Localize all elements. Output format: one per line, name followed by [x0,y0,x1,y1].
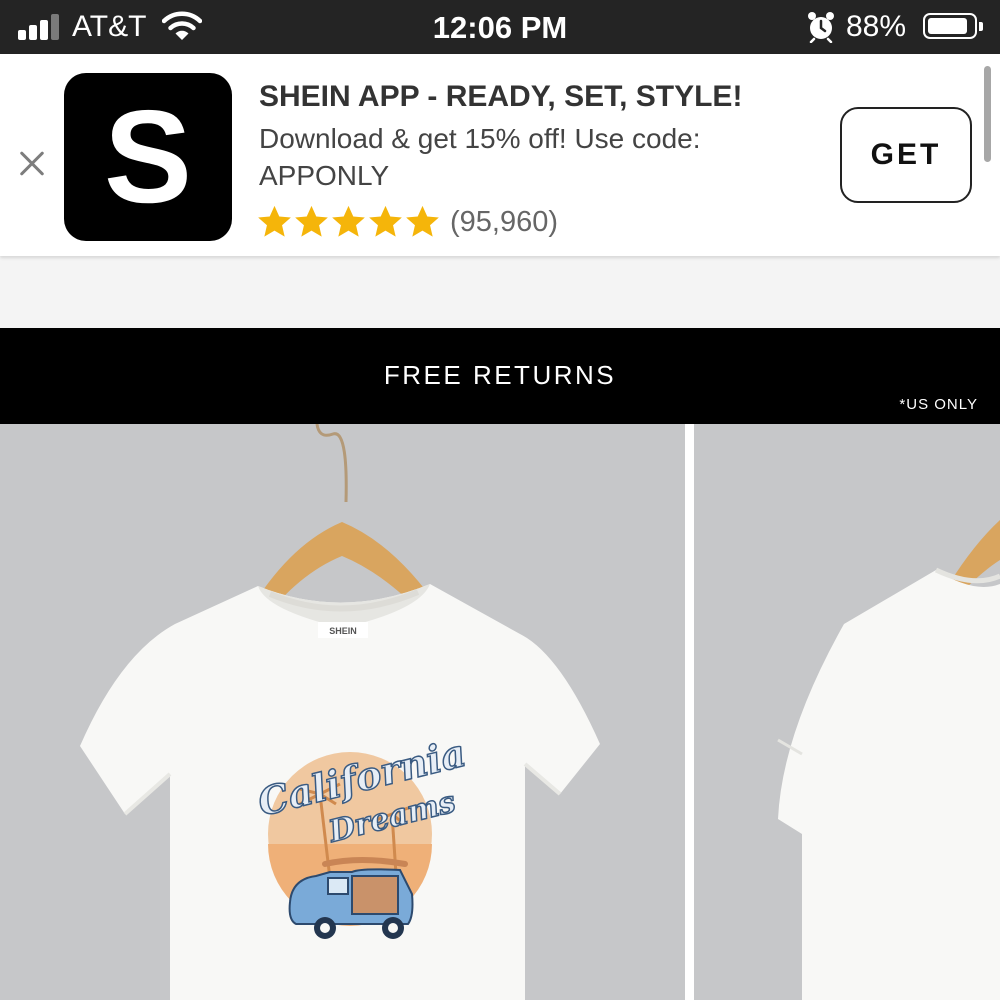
product-gallery[interactable]: SHEIN California Dreams [0,424,1000,1000]
star-icon [406,205,439,237]
star-icon [258,205,291,237]
app-rating: (95,960) [256,197,558,247]
app-icon[interactable]: S [64,73,232,241]
product-image-back[interactable] [694,424,1000,1000]
tshirt-back-photo [694,424,1000,1000]
app-title: SHEIN APP - READY, SET, STYLE! [259,80,743,113]
scrollbar[interactable] [984,66,991,162]
battery-icon [923,13,977,39]
app-description: Download & get 15% off! Use code: APPONL… [259,123,701,191]
app-banner: S SHEIN APP - READY, SET, STYLE! Downloa… [0,54,1000,256]
star-icon [295,205,328,237]
product-image-front[interactable]: SHEIN California Dreams [0,424,685,1000]
promo-bar[interactable]: FREE RETURNS *US ONLY [0,328,1000,424]
battery-level-fill [928,18,967,34]
get-app-button[interactable]: GET [840,107,972,203]
close-banner-button[interactable] [14,146,50,182]
promo-note: *US ONLY [899,396,978,413]
neck-tag-label: SHEIN [329,626,357,636]
rating-count: (95,960) [450,205,559,238]
status-bar: AT&T 12:06 PM 88% [0,0,1000,54]
star-icon [369,205,402,237]
tshirt-photo: SHEIN California Dreams [0,424,685,1000]
alarm-icon [808,12,834,43]
star-icon [332,205,365,237]
battery-percent: 88% [846,10,907,43]
promo-text: FREE RETURNS [383,360,617,390]
rating-stars [256,202,441,242]
battery-nub [979,22,983,31]
